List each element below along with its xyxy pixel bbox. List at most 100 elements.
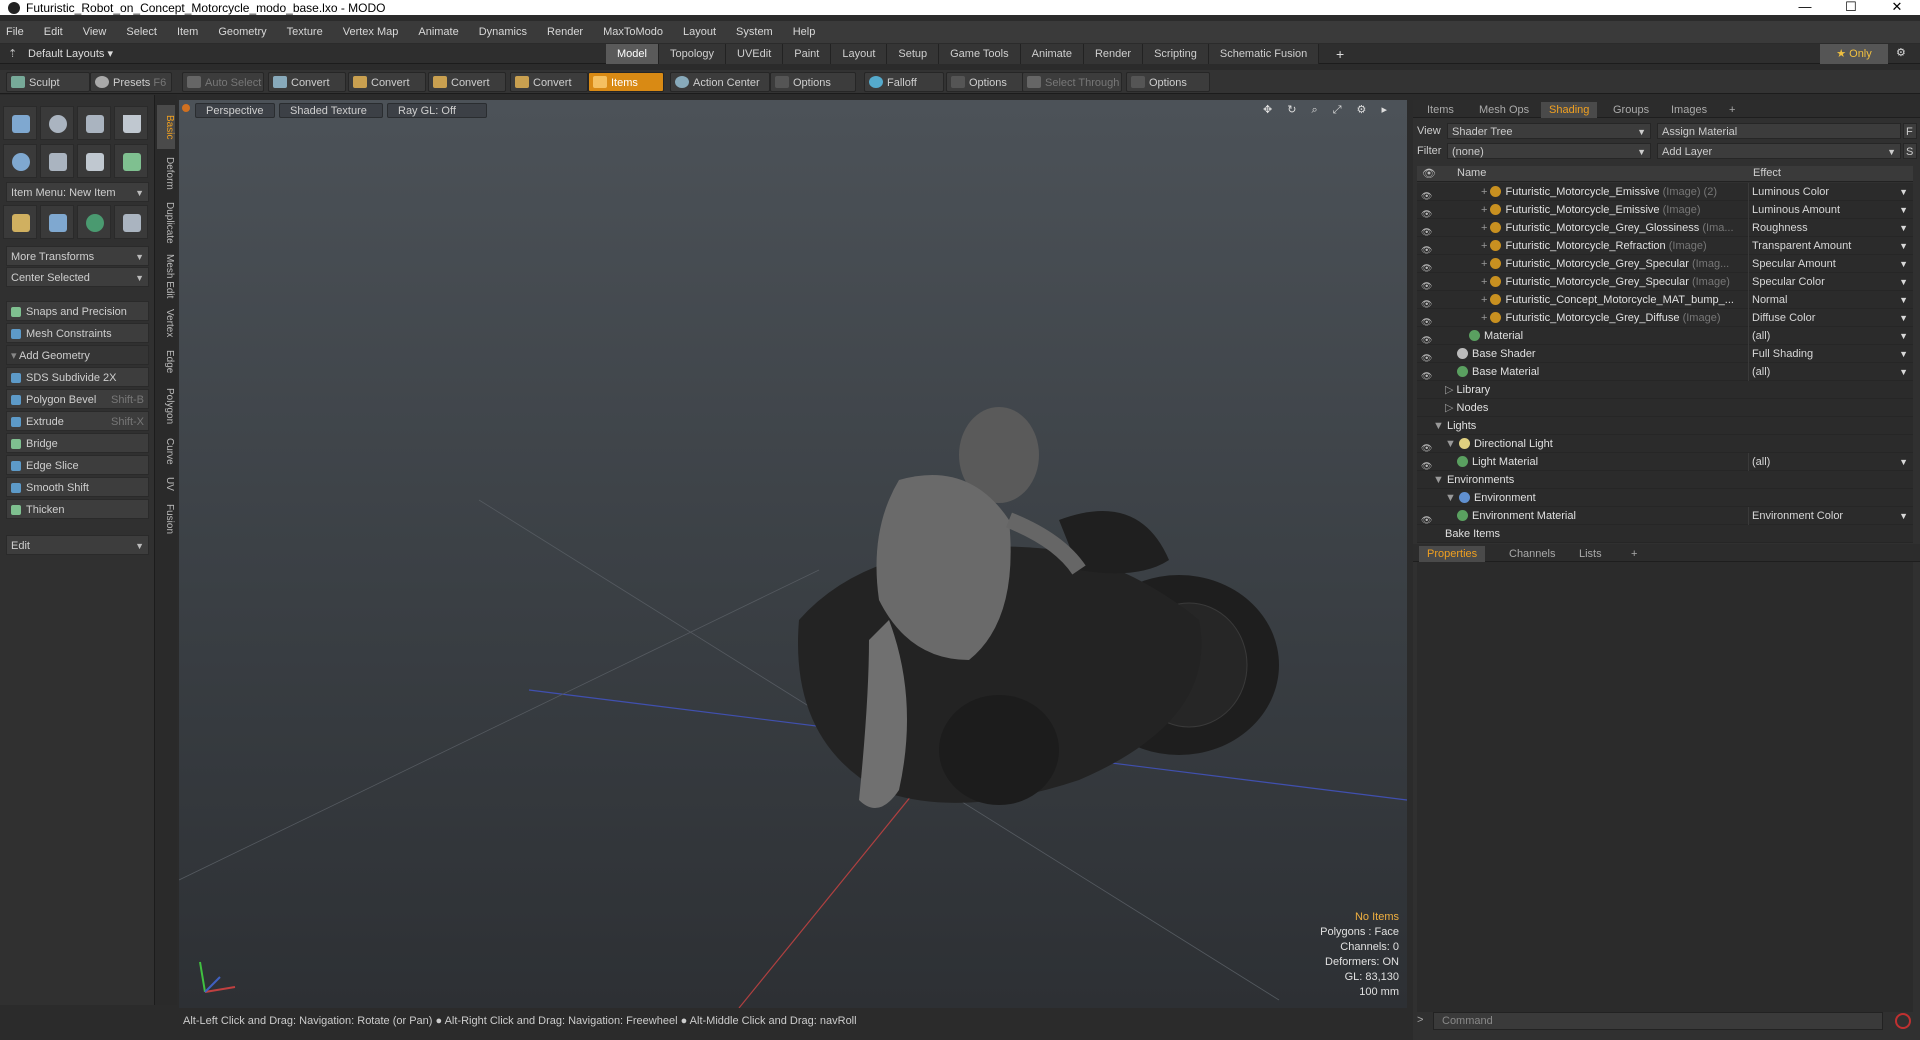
close-button[interactable]: ✕: [1874, 0, 1920, 15]
menu-item-item[interactable]: Item: [177, 26, 198, 38]
visibility-eye-icon[interactable]: 👁: [1421, 241, 1433, 255]
panel-tab-groups[interactable]: Groups: [1605, 102, 1657, 118]
shader-tree-row[interactable]: ▷ Nodes: [1417, 399, 1913, 417]
edit-dropdown[interactable]: Edit ▼: [6, 535, 149, 555]
add-geometry-header[interactable]: ▾ Add Geometry: [6, 345, 149, 365]
effect-dropdown[interactable]: Specular Amount ▼: [1748, 255, 1908, 273]
shader-tree-row[interactable]: ▼ Environment: [1417, 489, 1913, 507]
visibility-eye-icon[interactable]: 👁: [1421, 187, 1433, 201]
effect-dropdown[interactable]: Luminous Amount ▼: [1748, 201, 1908, 219]
options-button-2[interactable]: Options: [946, 72, 1026, 92]
shader-tree-row[interactable]: 👁 + Futuristic_Motorcycle_Emissive (Image…: [1417, 183, 1913, 201]
vertical-tab-fusion[interactable]: Fusion: [157, 499, 175, 539]
panel-tab-mesh-ops[interactable]: Mesh Ops: [1471, 102, 1537, 118]
falloff-button[interactable]: Falloff: [864, 72, 944, 92]
shader-tree-row[interactable]: 👁 Environment Material Environment Color ▼: [1417, 507, 1913, 525]
cylinder-tool-button[interactable]: [77, 106, 111, 140]
visibility-eye-icon[interactable]: 👁: [1421, 313, 1433, 327]
smooth-shift-button[interactable]: Smooth Shift: [6, 477, 149, 497]
shader-tree-row[interactable]: 👁 + Futuristic_Motorcycle_Grey_Specular (…: [1417, 255, 1913, 273]
axis-gizmo-icon[interactable]: [199, 961, 236, 993]
minimize-button[interactable]: —: [1782, 0, 1828, 15]
shader-tree-row[interactable]: ▷ Library: [1417, 381, 1913, 399]
expander-icon[interactable]: +: [1481, 258, 1490, 270]
expander-icon[interactable]: ▷: [1445, 402, 1457, 414]
vertical-tab-uv[interactable]: UV: [157, 473, 175, 495]
cube-tool-button[interactable]: [3, 106, 37, 140]
shaded-texture-button[interactable]: Shaded Texture: [279, 103, 383, 118]
panel-tab-items[interactable]: Items: [1419, 102, 1462, 118]
command-input[interactable]: Command: [1433, 1012, 1883, 1030]
convert-vertex-button[interactable]: Convert: [268, 72, 346, 92]
visibility-eye-icon[interactable]: 👁: [1421, 295, 1433, 309]
globe-tool-button[interactable]: [77, 205, 111, 239]
layout-pin-icon[interactable]: ⇡: [8, 47, 17, 60]
expander-icon[interactable]: ▼: [1433, 474, 1447, 486]
visibility-eye-icon[interactable]: 👁: [1421, 205, 1433, 219]
sculpt-button[interactable]: Sculpt: [6, 72, 90, 92]
assign-material-button[interactable]: Assign Material: [1657, 123, 1901, 139]
options-checkbox-1[interactable]: [775, 76, 789, 88]
sds-subdivide-button[interactable]: SDS Subdivide 2X: [6, 367, 149, 387]
action-center-button[interactable]: Action Center: [670, 72, 770, 92]
effect-dropdown[interactable]: Environment Color ▼: [1748, 507, 1908, 525]
shader-tree-row[interactable]: 👁 + Futuristic_Motorcycle_Grey_Specular (…: [1417, 273, 1913, 291]
default-layouts-dropdown[interactable]: Default Layouts ▾: [28, 47, 113, 60]
thicken-button[interactable]: Thicken: [6, 499, 149, 519]
locator-tool-button[interactable]: [3, 205, 37, 239]
layout-tab-setup[interactable]: Setup: [887, 44, 940, 64]
layout-tab-topology[interactable]: Topology: [658, 44, 727, 64]
effect-dropdown[interactable]: Luminous Color ▼: [1748, 183, 1908, 201]
layout-gear-icon[interactable]: ⚙: [1896, 46, 1906, 59]
properties-tab-channels[interactable]: Channels: [1501, 546, 1563, 562]
perspective-button[interactable]: Perspective: [195, 103, 275, 118]
text-tool-button[interactable]: [114, 144, 148, 178]
effect-dropdown[interactable]: Diffuse Color ▼: [1748, 309, 1908, 327]
layout-tab-game-tools[interactable]: Game Tools: [939, 44, 1021, 64]
layout-tab-model[interactable]: Model: [606, 44, 659, 64]
layout-tab-layout[interactable]: Layout: [831, 44, 888, 64]
visibility-eye-icon[interactable]: 👁: [1421, 331, 1433, 345]
expander-icon[interactable]: +: [1481, 222, 1490, 234]
panel-tab-add[interactable]: +: [1721, 102, 1743, 118]
effect-dropdown[interactable]: Full Shading ▼: [1748, 345, 1908, 363]
visibility-eye-icon[interactable]: 👁: [1421, 277, 1433, 291]
extrude-button[interactable]: Extrude Shift-X: [6, 411, 149, 431]
edge-slice-button[interactable]: Edge Slice: [6, 455, 149, 475]
properties-tab-properties[interactable]: Properties: [1419, 546, 1486, 562]
visibility-eye-icon[interactable]: 👁: [1421, 511, 1433, 525]
properties-tab-add[interactable]: +: [1623, 546, 1645, 562]
tube-tool-button[interactable]: [40, 144, 74, 178]
vertical-tab-deform[interactable]: Deform: [157, 151, 175, 195]
panel-tab-images[interactable]: Images: [1663, 102, 1715, 118]
expander-icon[interactable]: +: [1481, 204, 1490, 216]
menu-item-system[interactable]: System: [736, 26, 773, 38]
view-dropdown[interactable]: Shader Tree ▼: [1447, 123, 1651, 139]
vertical-tab-curve[interactable]: Curve: [157, 433, 175, 469]
sphere-tool-button[interactable]: [40, 106, 74, 140]
menu-item-texture[interactable]: Texture: [287, 26, 323, 38]
ray-gl-button[interactable]: Ray GL: Off: [387, 103, 487, 118]
convert-item-button[interactable]: Convert: [510, 72, 588, 92]
expander-icon[interactable]: +: [1481, 276, 1490, 288]
effect-dropdown[interactable]: (all) ▼: [1748, 327, 1908, 345]
menu-item-select[interactable]: Select: [126, 26, 157, 38]
options-button-3[interactable]: Options: [1126, 72, 1210, 92]
visibility-eye-icon[interactable]: 👁: [1421, 367, 1433, 381]
item-menu-dropdown[interactable]: Item Menu: New Item ▼: [6, 182, 149, 202]
torus-tool-button[interactable]: [3, 144, 37, 178]
expander-icon[interactable]: +: [1481, 312, 1490, 324]
shader-tree-row[interactable]: 👁 Light Material (all) ▼: [1417, 453, 1913, 471]
layout-tab-uvedit[interactable]: UVEdit: [726, 44, 784, 64]
more-transforms-dropdown[interactable]: More Transforms ▼: [6, 246, 149, 266]
effect-dropdown[interactable]: Specular Color ▼: [1748, 273, 1908, 291]
add-layer-dropdown[interactable]: Add Layer ▼: [1657, 143, 1901, 159]
panel-tab-shading[interactable]: Shading: [1541, 102, 1598, 118]
vertical-tab-edge[interactable]: Edge: [157, 345, 175, 379]
expander-icon[interactable]: +: [1481, 240, 1490, 252]
polygon-bevel-button[interactable]: Polygon Bevel Shift-B: [6, 389, 149, 409]
shader-tree-row[interactable]: Bake Items: [1417, 525, 1913, 543]
grid-tool-button[interactable]: [40, 205, 74, 239]
effect-dropdown[interactable]: (all) ▼: [1748, 363, 1908, 381]
visibility-eye-icon[interactable]: 👁: [1421, 223, 1433, 237]
